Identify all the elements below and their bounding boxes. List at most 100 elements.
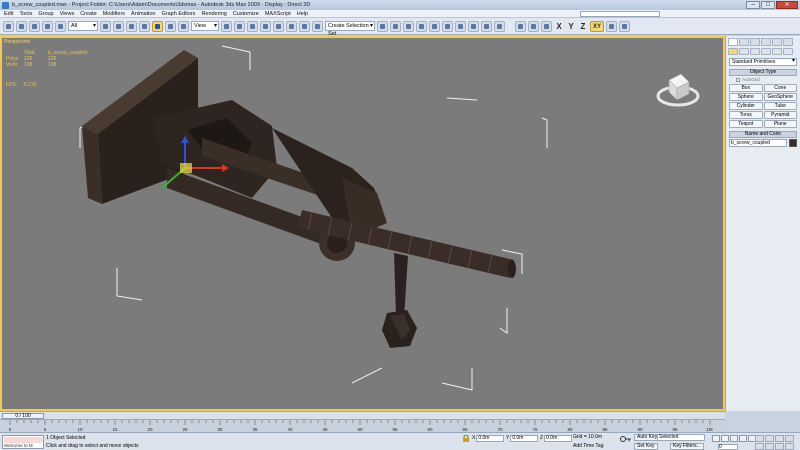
restrict-xy-button[interactable]: XY <box>590 20 604 32</box>
restrict-z-button[interactable]: Z <box>578 21 588 32</box>
field-of-view-icon[interactable] <box>755 443 764 450</box>
box-button[interactable]: Box <box>729 84 763 92</box>
viewcube[interactable] <box>655 70 701 108</box>
spinner-snap-icon[interactable] <box>299 20 310 32</box>
reference-coordinate-dropdown[interactable]: View <box>191 21 219 31</box>
key-filters-button[interactable]: Key Filters... <box>670 443 704 450</box>
geometry-category-icon[interactable] <box>728 48 738 55</box>
perspective-viewport[interactable]: Perspective Total b_screw_coupled Polys … <box>2 38 723 409</box>
menu-rendering[interactable]: Rendering <box>201 11 226 17</box>
unlink-selection-icon[interactable] <box>42 20 53 32</box>
render-production-icon[interactable] <box>494 20 505 32</box>
undo-icon[interactable] <box>3 20 14 32</box>
maximize-viewport-icon[interactable] <box>785 443 794 450</box>
select-and-scale-icon[interactable] <box>178 20 189 32</box>
tube-button[interactable]: Tube <box>763 102 797 110</box>
keyboard-shortcut-override-icon[interactable] <box>247 20 258 32</box>
menu-modifiers[interactable]: Modifiers <box>103 11 125 17</box>
snapshot-icon[interactable] <box>541 20 552 32</box>
window-crossing-icon[interactable] <box>139 20 150 32</box>
align-icon[interactable] <box>390 20 401 32</box>
edit-named-selection-icon[interactable] <box>312 20 323 32</box>
pivot-center-icon[interactable] <box>221 20 232 32</box>
close-button[interactable]: ✕ <box>776 1 798 9</box>
y-coordinate-input[interactable]: 0.0m <box>510 434 539 442</box>
snaps-toggle-icon[interactable] <box>260 20 271 32</box>
zoom-all-icon[interactable] <box>765 435 774 442</box>
rectangular-selection-icon[interactable] <box>126 20 137 32</box>
curve-editor-icon[interactable] <box>429 20 440 32</box>
graphite-modeling-icon[interactable] <box>416 20 427 32</box>
rendered-frame-window-icon[interactable] <box>481 20 492 32</box>
teapot-button[interactable]: Teapot <box>729 120 763 128</box>
set-key-button[interactable]: Set Key <box>634 443 658 450</box>
axis-constraint-icon[interactable] <box>606 20 617 32</box>
time-slider[interactable]: 0 / 100 <box>0 411 725 419</box>
angle-snap-icon[interactable] <box>273 20 284 32</box>
name-and-color-rollout-title[interactable]: Name and Color <box>729 131 797 138</box>
set-key-icon[interactable] <box>620 435 632 443</box>
menu-help[interactable]: Help <box>297 11 308 17</box>
pyramid-button[interactable]: Pyramid <box>763 111 797 119</box>
maximize-button[interactable]: □ <box>761 1 775 9</box>
restrict-x-button[interactable]: X <box>554 21 564 32</box>
rendering-toolbar-icon[interactable] <box>619 20 630 32</box>
autogrid-checkbox[interactable] <box>736 77 740 82</box>
torus-button[interactable]: Torus <box>729 111 763 119</box>
minimize-button[interactable]: – <box>746 1 760 9</box>
named-selection-sets-dropdown[interactable]: Create Selection Set <box>325 21 375 37</box>
redo-icon[interactable] <box>16 20 27 32</box>
menu-edit[interactable]: Edit <box>4 11 13 17</box>
helpers-category-icon[interactable] <box>772 48 782 55</box>
plane-button[interactable]: Plane <box>763 120 797 128</box>
shapes-category-icon[interactable] <box>739 48 749 55</box>
zoom-extents-all-icon[interactable] <box>785 435 794 442</box>
bind-to-space-warp-icon[interactable] <box>55 20 66 32</box>
restrict-y-button[interactable]: Y <box>566 21 576 32</box>
zoom-extents-icon[interactable] <box>775 435 784 442</box>
menu-views[interactable]: Views <box>60 11 75 17</box>
object-color-swatch[interactable] <box>789 139 797 147</box>
select-and-move-icon[interactable] <box>152 20 163 32</box>
select-object-icon[interactable] <box>100 20 111 32</box>
mirror-icon[interactable] <box>377 20 388 32</box>
autogrid-option[interactable]: AutoGrid <box>736 77 797 82</box>
go-to-start-icon[interactable] <box>712 435 720 442</box>
orbit-icon[interactable] <box>775 443 784 450</box>
selection-filter-dropdown[interactable]: All <box>68 21 98 31</box>
key-mode-dropdown[interactable]: Selected <box>657 434 705 441</box>
extras-toolbar-icon[interactable] <box>515 20 526 32</box>
next-frame-icon[interactable] <box>739 435 747 442</box>
sphere-button[interactable]: Sphere <box>729 93 763 101</box>
z-coordinate-input[interactable]: 0.0m <box>544 434 573 442</box>
object-type-rollout-title[interactable]: Object Type <box>729 69 797 76</box>
layer-manager-icon[interactable] <box>403 20 414 32</box>
infocenter-search-input[interactable] <box>580 10 660 17</box>
select-and-rotate-icon[interactable] <box>165 20 176 32</box>
previous-frame-icon[interactable] <box>721 435 729 442</box>
track-bar[interactable]: 0 5 10 15 20 25 30 35 40 45 50 55 60 65 70 75 80 85 90 95 10… <box>0 419 725 432</box>
material-editor-icon[interactable] <box>455 20 466 32</box>
select-and-manipulate-icon[interactable] <box>234 20 245 32</box>
zoom-icon[interactable] <box>755 435 764 442</box>
display-tab-icon[interactable] <box>772 38 782 46</box>
play-icon[interactable] <box>730 435 738 442</box>
create-tab-icon[interactable] <box>728 38 738 46</box>
modify-tab-icon[interactable] <box>739 38 749 46</box>
geosphere-button[interactable]: GeoSphere <box>763 93 797 101</box>
add-time-tag-button[interactable]: Add Time Tag <box>573 443 603 449</box>
menu-animation[interactable]: Animation <box>131 11 155 17</box>
cameras-category-icon[interactable] <box>761 48 771 55</box>
hierarchy-tab-icon[interactable] <box>750 38 760 46</box>
menu-create[interactable]: Create <box>80 11 97 17</box>
menu-tools[interactable]: Tools <box>19 11 32 17</box>
maxscript-listener[interactable]: Welcome to M <box>2 435 44 449</box>
select-by-name-icon[interactable] <box>113 20 124 32</box>
cylinder-button[interactable]: Cylinder <box>729 102 763 110</box>
current-frame-input[interactable]: 0 <box>718 444 738 450</box>
3dsmax-app-icon[interactable] <box>2 1 9 9</box>
menu-customize[interactable]: Customize <box>233 11 259 17</box>
primitive-type-dropdown[interactable]: Standard Primitives <box>729 58 797 66</box>
x-coordinate-input[interactable]: 0.0m <box>476 434 505 442</box>
render-setup-icon[interactable] <box>468 20 479 32</box>
